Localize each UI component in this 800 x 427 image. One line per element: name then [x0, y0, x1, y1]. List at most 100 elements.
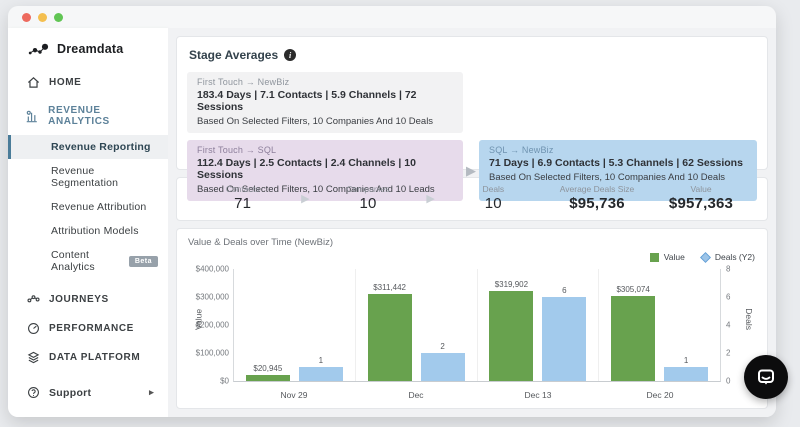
deals-bar-label: 2 — [440, 342, 445, 351]
x-axis-labels: Nov 29 Dec Dec 13 Dec 20 — [233, 390, 721, 400]
metric-label: Contacts — [225, 184, 260, 195]
axis-tick-label: $100,000 — [195, 348, 229, 358]
performance-gauge-icon — [26, 322, 40, 335]
stage-card-firsttouch-newbiz[interactable]: First Touch → NewBiz 183.4 Days | 7.1 Co… — [187, 72, 463, 133]
axis-tick-label: $400,000 — [195, 264, 229, 274]
dreamdata-logo-icon — [28, 43, 49, 55]
legend-label: Value — [663, 252, 685, 262]
axis-tick-label: 8 — [726, 264, 731, 274]
window-maximize-button[interactable] — [54, 12, 63, 22]
sidebar-item-label: DATA PLATFORM — [49, 352, 141, 363]
layers-icon — [26, 351, 40, 364]
stage-card-stats: 71 Days | 6.9 Contacts | 5.3 Channels | … — [489, 157, 743, 169]
chart-title: Value & Deals over Time (NewBiz) — [188, 237, 334, 248]
metric-deals[interactable]: Deals 10 — [442, 184, 545, 213]
chat-icon — [758, 369, 774, 385]
sidebar-item-revenue-reporting[interactable]: Revenue Reporting — [8, 135, 168, 159]
deals-bar-label: 1 — [683, 356, 689, 365]
axis-tick-label: 6 — [726, 292, 731, 302]
deals-bar[interactable] — [664, 367, 709, 381]
x-axis-label: Nov 29 — [280, 390, 308, 400]
chart-plot-area: $0 $100,000 $200,000 $300,000 $400,000 02468… — [194, 265, 755, 386]
metric-companies[interactable]: Companies 10 — [316, 184, 419, 213]
chevron-right-icon: ▸ — [149, 387, 154, 397]
right-axis-title: Deals — [744, 308, 755, 330]
axis-tick-label: 2 — [726, 348, 731, 358]
sidebar-item-home[interactable]: HOME — [8, 68, 168, 97]
stage-card-stats: 183.4 Days | 7.1 Contacts | 5.9 Channels… — [197, 89, 417, 113]
bar-group-nov-29: $20,945 1 — [234, 269, 355, 381]
value-bar-label: $319,902 — [494, 280, 529, 290]
deals-bar[interactable] — [420, 353, 465, 381]
deals-bar[interactable] — [542, 297, 587, 381]
deals-bar-label: 1 — [318, 356, 324, 365]
info-icon[interactable]: i — [284, 49, 297, 61]
sub-item-label: Revenue Attribution — [51, 201, 147, 213]
metric-value: 10 — [484, 195, 502, 213]
sub-item-label: Attribution Models — [51, 225, 139, 237]
legend-label: Deals (Y2) — [714, 252, 755, 262]
x-axis-label: Dec 20 — [646, 390, 674, 400]
logo-text: Dreamdata — [57, 42, 124, 56]
bar-chart-icon — [26, 110, 39, 123]
legend-square-marker — [649, 252, 659, 262]
sub-item-label: Content Analytics — [51, 249, 95, 273]
value-bar[interactable] — [245, 375, 290, 381]
chat-widget-button[interactable] — [744, 355, 788, 399]
stage-averages-panel: Stage Averages i First Touch → NewBiz 18… — [176, 36, 768, 201]
sidebar-item-label: REVENUE ANALYTICS — [48, 105, 110, 127]
stage-averages-title: Stage Averages — [189, 48, 279, 62]
sidebar-item-content-analytics[interactable]: Content Analytics Beta — [8, 243, 168, 279]
sidebar-item-revenue-attribution[interactable]: Revenue Attribution — [8, 195, 168, 219]
sidebar-item-attribution-models[interactable]: Attribution Models — [8, 219, 168, 243]
sidebar: Dreamdata HOME REVENUE ANALYTICS Revenue… — [8, 28, 168, 417]
legend-item-deals-y2-[interactable]: Deals (Y2) — [699, 251, 755, 263]
axis-tick-label: 4 — [726, 320, 731, 330]
metric-label: Companies — [346, 184, 390, 195]
stage-card-title: First Touch → NewBiz — [197, 77, 290, 87]
window-close-button[interactable] — [22, 12, 31, 22]
value-bar[interactable] — [489, 291, 534, 381]
sidebar-item-revenue-analytics[interactable]: REVENUE ANALYTICS — [8, 97, 168, 135]
sidebar-item-journeys[interactable]: JOURNEYS — [8, 285, 168, 314]
stage-card-title: SQL → NewBiz — [489, 145, 554, 155]
metric-value: $957,363 — [668, 195, 734, 213]
bar-groups: $20,945 1 $311,442 2 $319,902 6 $305,074 1 — [234, 269, 720, 381]
sidebar-item-support[interactable]: Support ▸ — [8, 378, 168, 407]
value-bar-label: $305,074 — [616, 284, 650, 294]
value-deals-chart-panel: Value & Deals over Time (NewBiz) Value De… — [176, 228, 768, 409]
window-minimize-button[interactable] — [38, 12, 47, 22]
sidebar-item-performance[interactable]: PERFORMANCE — [8, 314, 168, 343]
deals-bar-label: 6 — [562, 286, 567, 295]
metric-average-deal-size: Average Deals Size $95,736 — [545, 184, 649, 213]
left-axis-title: Value — [193, 308, 204, 330]
value-bar[interactable] — [611, 295, 656, 381]
metric-contacts[interactable]: Contacts 71 — [191, 184, 294, 213]
value-bar[interactable] — [367, 293, 412, 381]
axis-tick-label: $0 — [220, 376, 229, 386]
bar-group-dec-20: $305,074 1 — [598, 269, 720, 381]
user-account-switcher[interactable]: Jeremy Sacramento piedpiper.com ▸ — [8, 407, 168, 417]
value-bar-label: $311,442 — [373, 282, 407, 292]
metric-label: Average Deals Size — [559, 184, 635, 195]
legend-item-value[interactable]: Value — [649, 252, 685, 262]
metric-value: 10 — [359, 195, 377, 213]
sub-item-label: Revenue Reporting — [51, 141, 151, 153]
stage-card-stats: 112.4 Days | 2.5 Contacts | 2.4 Channels… — [197, 157, 416, 181]
dreamdata-logo[interactable]: Dreamdata — [8, 28, 168, 68]
stage-card-context: Based On Selected Filters, 10 Companies … — [489, 172, 726, 183]
sidebar-item-revenue-segmentation[interactable]: Revenue Segmentation — [8, 159, 168, 195]
bar-group-dec-13: $319,902 6 — [476, 269, 599, 381]
x-axis-label: Dec — [408, 390, 424, 400]
help-icon — [26, 386, 40, 399]
funnel-arrow-icon: ▶ — [301, 193, 310, 206]
sidebar-item-data-platform[interactable]: DATA PLATFORM — [8, 343, 168, 372]
bar-group-dec: $311,442 2 — [354, 269, 477, 381]
sidebar-item-label: JOURNEYS — [49, 294, 109, 305]
sidebar-item-label: Support — [49, 386, 92, 399]
metric-label: Value — [690, 184, 712, 195]
x-axis-label: Dec 13 — [524, 390, 552, 400]
metric-label: Deals — [482, 184, 505, 195]
app-window: Dreamdata HOME REVENUE ANALYTICS Revenue… — [8, 6, 776, 417]
deals-bar[interactable] — [298, 367, 343, 381]
